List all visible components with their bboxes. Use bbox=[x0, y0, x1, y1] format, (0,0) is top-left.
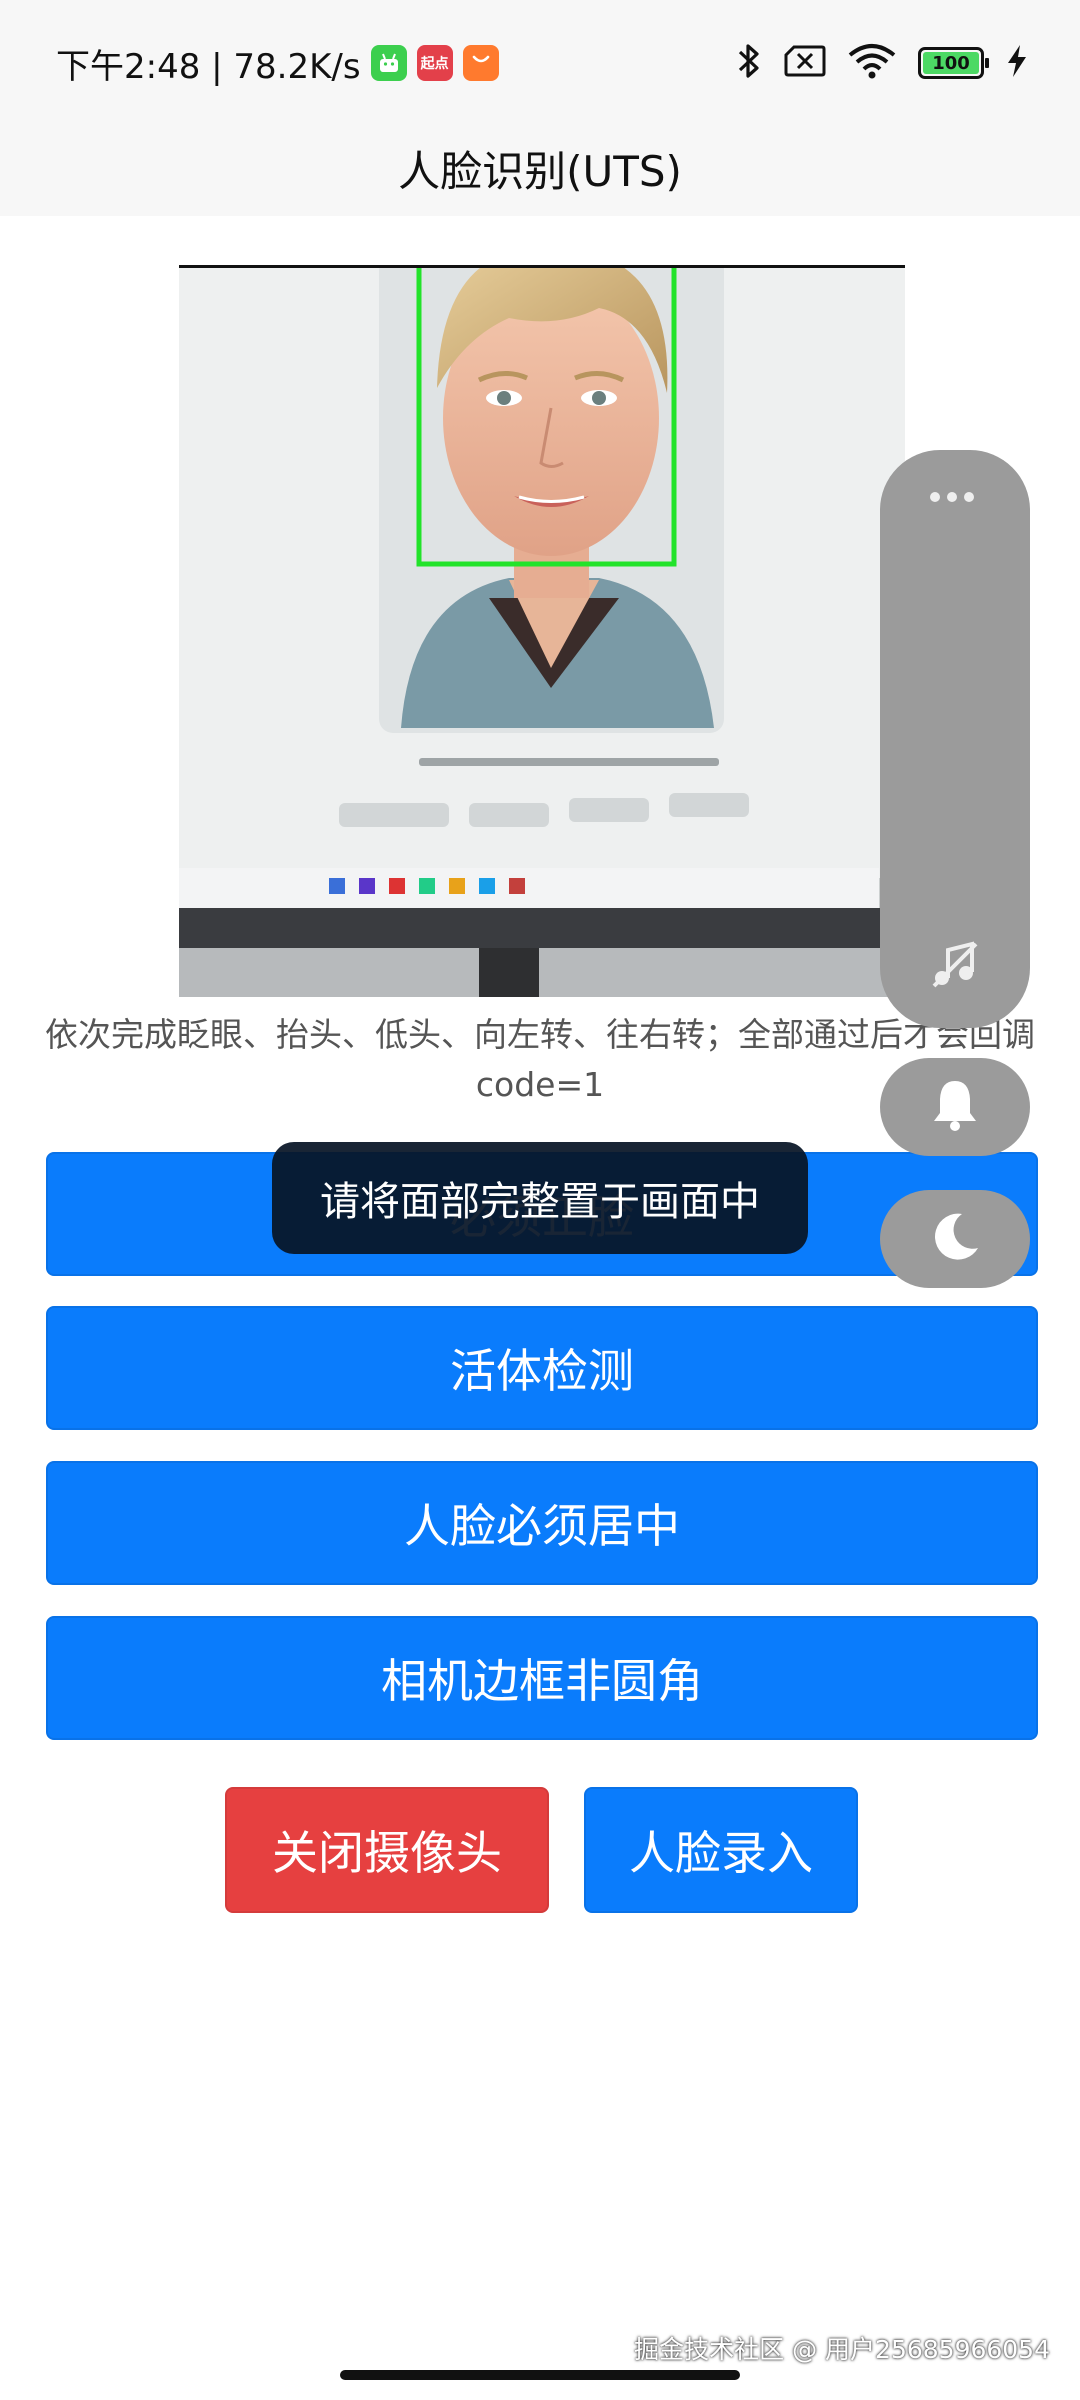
dark-mode-button[interactable] bbox=[880, 1190, 1030, 1288]
qidian-app-icon: 起点 bbox=[416, 45, 453, 81]
bluetooth-icon bbox=[736, 41, 762, 85]
sim-none-icon bbox=[784, 45, 826, 81]
camera-feed-image bbox=[179, 268, 905, 997]
wifi-icon bbox=[848, 43, 896, 83]
status-left: 下午2:48 | 78.2K/s 起点 bbox=[56, 38, 499, 88]
camera-preview bbox=[179, 265, 905, 997]
toast-message: 请将面部完整置于画面中 bbox=[272, 1142, 808, 1254]
watermark: 掘金技术社区 @ 用户25685966054 bbox=[634, 2335, 1050, 2364]
status-time-speed: 下午2:48 | 78.2K/s bbox=[56, 46, 361, 87]
shop-app-icon bbox=[462, 45, 499, 81]
charging-icon bbox=[1006, 44, 1028, 82]
face-centered-button[interactable]: 人脸必须居中 bbox=[46, 1461, 1038, 1585]
moon-icon bbox=[928, 1210, 982, 1268]
android-app-icon bbox=[370, 45, 407, 81]
music-off-icon[interactable] bbox=[928, 938, 982, 996]
status-bar: 下午2:48 | 78.2K/s 起点 100 bbox=[0, 0, 1080, 120]
floating-side-panel[interactable] bbox=[880, 450, 1030, 1028]
more-dots-icon[interactable] bbox=[930, 492, 974, 502]
bell-icon bbox=[929, 1077, 981, 1137]
close-camera-button[interactable]: 关闭摄像头 bbox=[225, 1787, 549, 1913]
face-enroll-button[interactable]: 人脸录入 bbox=[584, 1787, 858, 1913]
camera-border-not-rounded-button[interactable]: 相机边框非圆角 bbox=[46, 1616, 1038, 1740]
battery-level: 100 bbox=[923, 52, 979, 74]
nav-bar: 人脸识别(UTS) bbox=[0, 120, 1080, 216]
page-title: 人脸识别(UTS) bbox=[398, 146, 682, 196]
notification-bell-button[interactable] bbox=[880, 1058, 1030, 1156]
liveness-detection-button[interactable]: 活体检测 bbox=[46, 1306, 1038, 1430]
status-right: 100 bbox=[736, 38, 1028, 88]
home-indicator[interactable] bbox=[340, 2370, 740, 2380]
battery-icon: 100 bbox=[918, 47, 989, 79]
